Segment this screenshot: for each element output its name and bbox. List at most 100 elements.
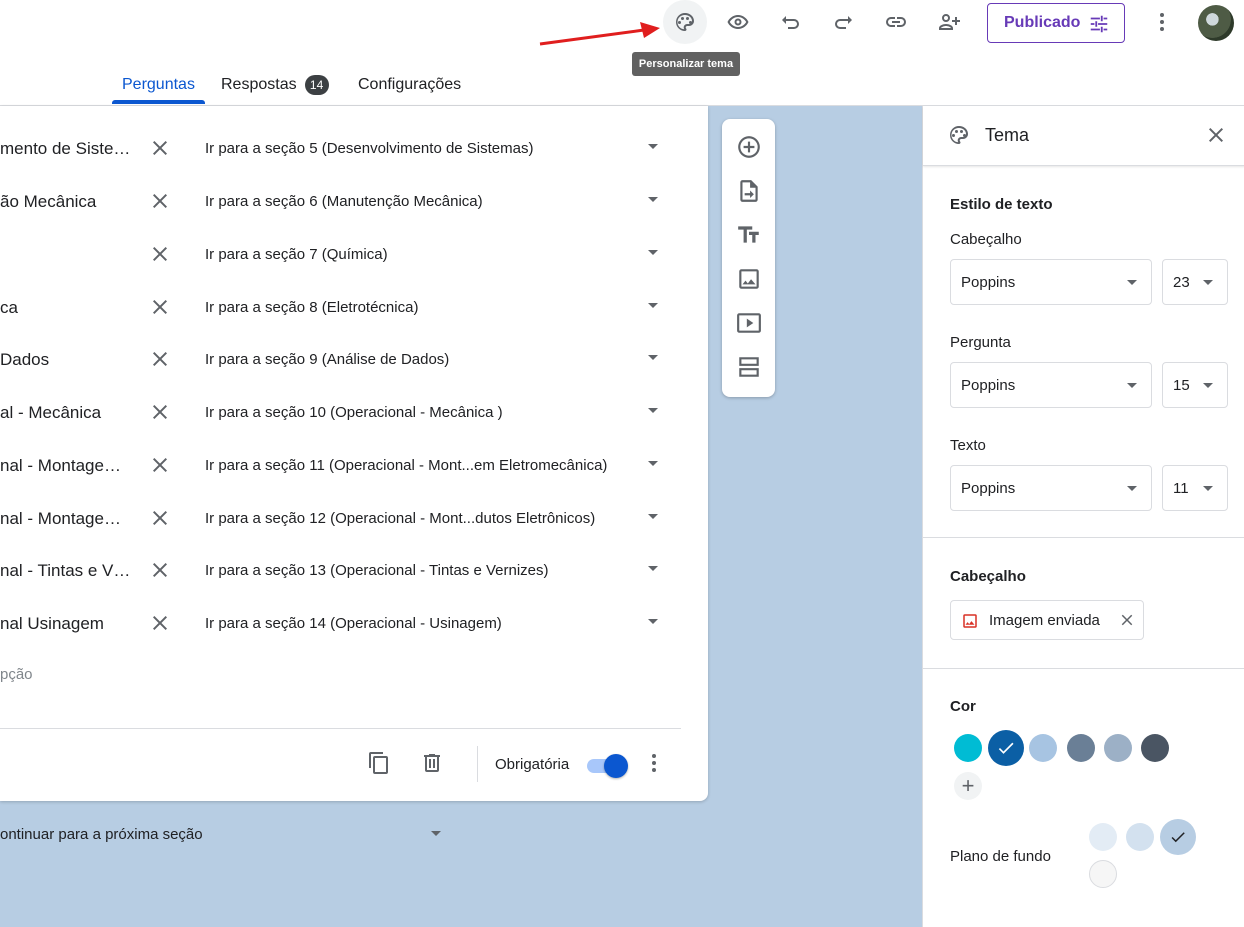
header-font-value: Poppins — [961, 273, 1016, 291]
option-text[interactable]: nal - Tintas e V… — [0, 544, 135, 597]
add-video-icon[interactable] — [736, 310, 762, 336]
chevron-down-icon[interactable] — [648, 619, 658, 624]
background-swatch-light[interactable] — [1126, 823, 1154, 851]
go-to-section-select[interactable]: Ir para a seção 13 (Operacional - Tintas… — [205, 544, 549, 597]
go-to-section-select[interactable]: Ir para a seção 12 (Operacional - Mont..… — [205, 492, 595, 545]
add-section-icon[interactable] — [736, 354, 762, 380]
more-vert-icon[interactable] — [1140, 0, 1184, 44]
chevron-down-icon[interactable] — [648, 250, 658, 255]
question-size-select[interactable]: 15 — [1162, 362, 1228, 408]
option-row: ca Ir para a seção 8 (Eletrotécnica) — [0, 281, 708, 334]
color-swatch-dark-grey[interactable] — [1141, 734, 1169, 762]
published-button[interactable]: Publicado — [987, 3, 1125, 43]
duplicate-icon[interactable] — [367, 751, 391, 775]
option-text[interactable] — [0, 228, 135, 281]
go-to-section-select[interactable]: Ir para a seção 8 (Eletrotécnica) — [205, 281, 418, 334]
remove-option-icon[interactable] — [148, 506, 172, 530]
chevron-down-icon[interactable] — [648, 408, 658, 413]
tab-respostas[interactable]: Respostas 14 — [221, 64, 329, 106]
header-font-select[interactable]: Poppins — [950, 259, 1152, 305]
color-swatch-cyan[interactable] — [954, 734, 982, 762]
text-size-select[interactable]: 11 — [1162, 465, 1228, 511]
remove-option-icon[interactable] — [148, 136, 172, 160]
color-swatch-light-blue[interactable] — [1029, 734, 1057, 762]
option-row: al - Mecânica Ir para a seção 10 (Operac… — [0, 386, 708, 439]
background-swatch-lightest[interactable] — [1089, 823, 1117, 851]
question-font-label: Pergunta — [950, 334, 1011, 351]
option-text[interactable]: ão Mecânica — [0, 175, 135, 228]
header-size-select[interactable]: 23 — [1162, 259, 1228, 305]
option-row: Ir para a seção 7 (Química) — [0, 228, 708, 281]
link-icon[interactable] — [874, 0, 918, 44]
required-toggle-knob[interactable] — [604, 754, 628, 778]
option-text[interactable]: nal - Montage… — [0, 439, 135, 492]
remove-option-icon[interactable] — [148, 347, 172, 371]
add-collaborator-icon[interactable] — [927, 0, 971, 44]
chevron-down-icon[interactable] — [648, 514, 658, 519]
redo-icon[interactable] — [821, 0, 865, 44]
chevron-down-icon[interactable] — [648, 144, 658, 149]
form-canvas: mento de Siste… Ir para a seção 5 (Desen… — [0, 106, 922, 927]
background-swatch-grey[interactable] — [1089, 860, 1117, 888]
go-to-section-select[interactable]: Ir para a seção 11 (Operacional - Mont..… — [205, 439, 607, 492]
delete-icon[interactable] — [420, 751, 444, 775]
remove-option-icon[interactable] — [148, 295, 172, 319]
chevron-down-icon — [1127, 280, 1137, 285]
color-heading: Cor — [950, 698, 976, 715]
remove-option-icon[interactable] — [148, 242, 172, 266]
go-to-section-select[interactable]: Ir para a seção 9 (Análise de Dados) — [205, 333, 449, 386]
remove-option-icon[interactable] — [148, 400, 172, 424]
chevron-down-icon — [1203, 280, 1213, 285]
chevron-down-icon[interactable] — [648, 355, 658, 360]
option-text[interactable]: ca — [0, 281, 135, 334]
background-swatch-selected[interactable] — [1160, 819, 1196, 855]
remove-option-icon[interactable] — [148, 189, 172, 213]
color-swatch-slate[interactable] — [1067, 734, 1095, 762]
undo-icon[interactable] — [769, 0, 813, 44]
remove-image-icon[interactable] — [1118, 611, 1136, 629]
go-to-section-select[interactable]: Ir para a seção 14 (Operacional - Usinag… — [205, 597, 502, 650]
header-image-chip[interactable]: Imagem enviada — [950, 600, 1144, 640]
question-font-select[interactable]: Poppins — [950, 362, 1152, 408]
remove-option-icon[interactable] — [148, 611, 172, 635]
chevron-down-icon[interactable] — [648, 303, 658, 308]
tab-configuracoes[interactable]: Configurações — [358, 64, 461, 106]
chevron-down-icon[interactable] — [648, 197, 658, 202]
go-to-section-select[interactable]: Ir para a seção 7 (Química) — [205, 228, 388, 281]
option-text[interactable]: al - Mecânica — [0, 386, 135, 439]
text-font-select[interactable]: Poppins — [950, 465, 1152, 511]
chevron-down-icon — [1127, 383, 1137, 388]
header-section-heading: Cabeçalho — [950, 568, 1026, 585]
remove-option-icon[interactable] — [148, 453, 172, 477]
preview-eye-icon[interactable] — [716, 0, 760, 44]
settings-sliders-icon — [1090, 15, 1108, 33]
chevron-down-icon[interactable] — [648, 461, 658, 466]
avatar[interactable] — [1198, 5, 1234, 41]
chevron-down-icon[interactable] — [431, 831, 441, 836]
add-image-icon[interactable] — [736, 266, 762, 292]
palette-icon[interactable] — [663, 0, 707, 44]
option-text[interactable]: nal - Montage… — [0, 492, 135, 545]
add-option-link[interactable]: pção — [0, 666, 33, 683]
go-to-section-select[interactable]: Ir para a seção 5 (Desenvolvimento de Si… — [205, 122, 533, 175]
text-font-label: Texto — [950, 437, 986, 454]
question-card[interactable]: mento de Siste… Ir para a seção 5 (Desen… — [0, 106, 708, 801]
option-text[interactable]: nal Usinagem — [0, 597, 135, 650]
check-icon — [998, 742, 1014, 754]
add-question-icon[interactable] — [736, 134, 762, 160]
color-swatch-blue-selected[interactable] — [988, 730, 1024, 766]
add-custom-color-button[interactable]: + — [954, 772, 982, 800]
go-to-section-select[interactable]: Ir para a seção 10 (Operacional - Mecâni… — [205, 386, 503, 439]
close-icon[interactable] — [1204, 123, 1228, 147]
add-title-icon[interactable] — [736, 222, 762, 248]
after-section-select[interactable]: ontinuar para a próxima seção — [0, 826, 203, 843]
color-swatch-grey-blue[interactable] — [1104, 734, 1132, 762]
option-text[interactable]: Dados — [0, 333, 135, 386]
remove-option-icon[interactable] — [148, 558, 172, 582]
option-text[interactable]: mento de Siste… — [0, 122, 135, 175]
import-questions-icon[interactable] — [736, 178, 762, 204]
go-to-section-select[interactable]: Ir para a seção 6 (Manutenção Mecânica) — [205, 175, 483, 228]
chevron-down-icon[interactable] — [648, 566, 658, 571]
more-vert-icon[interactable] — [642, 751, 666, 775]
active-tab-indicator — [112, 100, 205, 104]
